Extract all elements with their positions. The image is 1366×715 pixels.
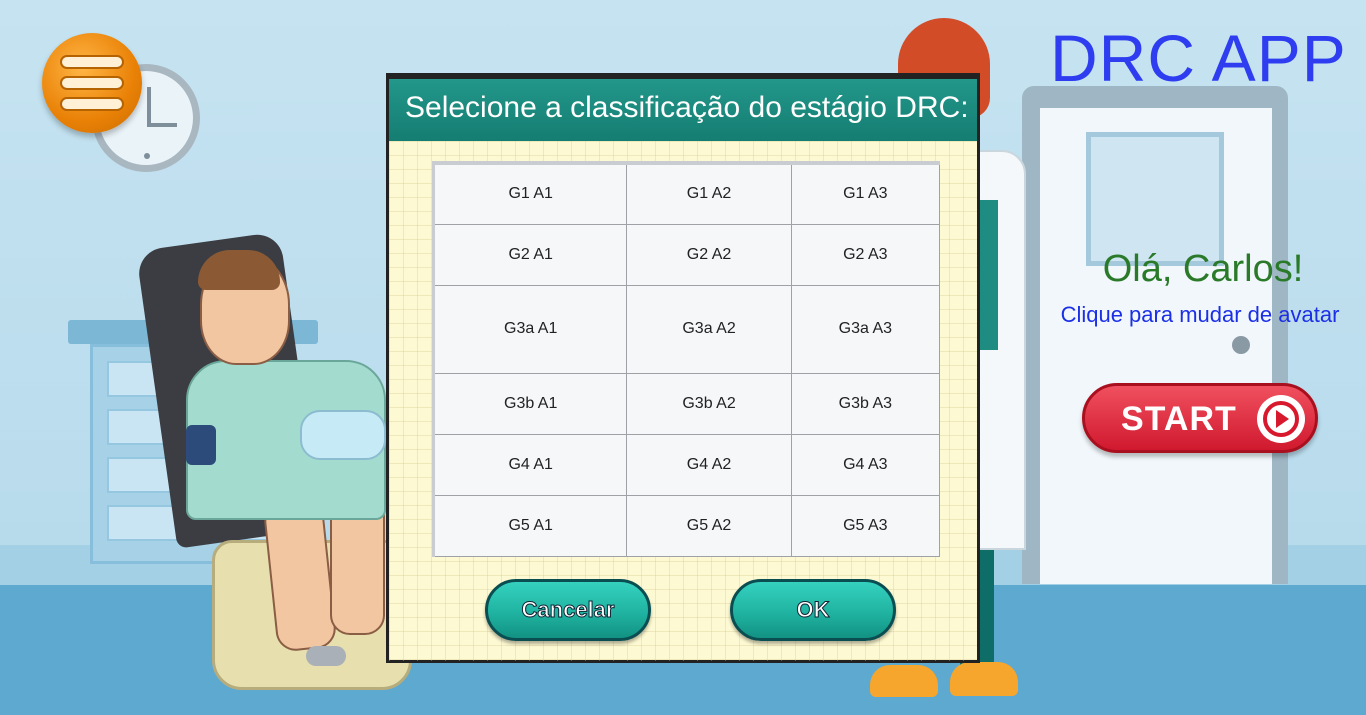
table-row: G3b A1 G3b A2 G3b A3 <box>432 372 941 435</box>
stage-selection-dialog: Selecione a classificação do estágio DRC… <box>386 73 980 663</box>
stage-option-g1-a3[interactable]: G1 A3 <box>790 162 941 225</box>
dialog-title: Selecione a classificação do estágio DRC… <box>405 91 969 124</box>
stage-option-g5-a3[interactable]: G5 A3 <box>790 494 941 557</box>
menu-button[interactable] <box>42 33 142 133</box>
greeting-text: Olá, Carlos! <box>1102 248 1304 290</box>
start-button[interactable]: START <box>1082 383 1318 453</box>
table-row: G2 A1 G2 A2 G2 A3 <box>432 223 941 286</box>
stage-option-g3b-a2[interactable]: G3b A2 <box>626 372 792 435</box>
ok-button-label: OK <box>796 597 830 623</box>
stage-option-g3b-a3[interactable]: G3b A3 <box>790 372 941 435</box>
door-illustration <box>1022 86 1288 584</box>
stage-option-g3b-a1[interactable]: G3b A1 <box>432 372 628 435</box>
stage-option-g5-a2[interactable]: G5 A2 <box>626 494 792 557</box>
stage-option-g3a-a3[interactable]: G3a A3 <box>790 284 941 374</box>
stage-option-g4-a3[interactable]: G4 A3 <box>790 433 941 496</box>
dialog-header: Selecione a classificação do estágio DRC… <box>389 79 977 141</box>
stage-option-g2-a2[interactable]: G2 A2 <box>626 223 792 286</box>
stage-option-g2-a1[interactable]: G2 A1 <box>432 223 628 286</box>
table-row: G4 A1 G4 A2 G4 A3 <box>432 433 941 496</box>
table-row: G3a A1 G3a A2 G3a A3 <box>432 284 941 374</box>
stage-option-g1-a1[interactable]: G1 A1 <box>432 162 628 225</box>
table-row: G5 A1 G5 A2 G5 A3 <box>432 494 941 557</box>
ok-button[interactable]: OK <box>730 579 896 641</box>
start-button-label: START <box>1121 400 1237 438</box>
stage-option-g5-a1[interactable]: G5 A1 <box>432 494 628 557</box>
stage-option-g3a-a1[interactable]: G3a A1 <box>432 284 628 374</box>
stage-option-g1-a2[interactable]: G1 A2 <box>626 162 792 225</box>
cancel-button-label: Cancelar <box>521 597 615 623</box>
stage-option-g4-a2[interactable]: G4 A2 <box>626 433 792 496</box>
stage-option-g4-a1[interactable]: G4 A1 <box>432 433 628 496</box>
app-title: DRC APP <box>1050 21 1347 95</box>
change-avatar-link[interactable]: Clique para mudar de avatar <box>1040 302 1360 328</box>
play-circle-icon <box>1257 395 1305 443</box>
table-row: G1 A1 G1 A2 G1 A3 <box>432 162 941 225</box>
stage-option-g2-a3[interactable]: G2 A3 <box>790 223 941 286</box>
cancel-button[interactable]: Cancelar <box>485 579 651 641</box>
stage-table: G1 A1 G1 A2 G1 A3 G2 A1 G2 A2 G2 A3 G3a … <box>432 161 941 557</box>
stage-option-g3a-a2[interactable]: G3a A2 <box>626 284 792 374</box>
